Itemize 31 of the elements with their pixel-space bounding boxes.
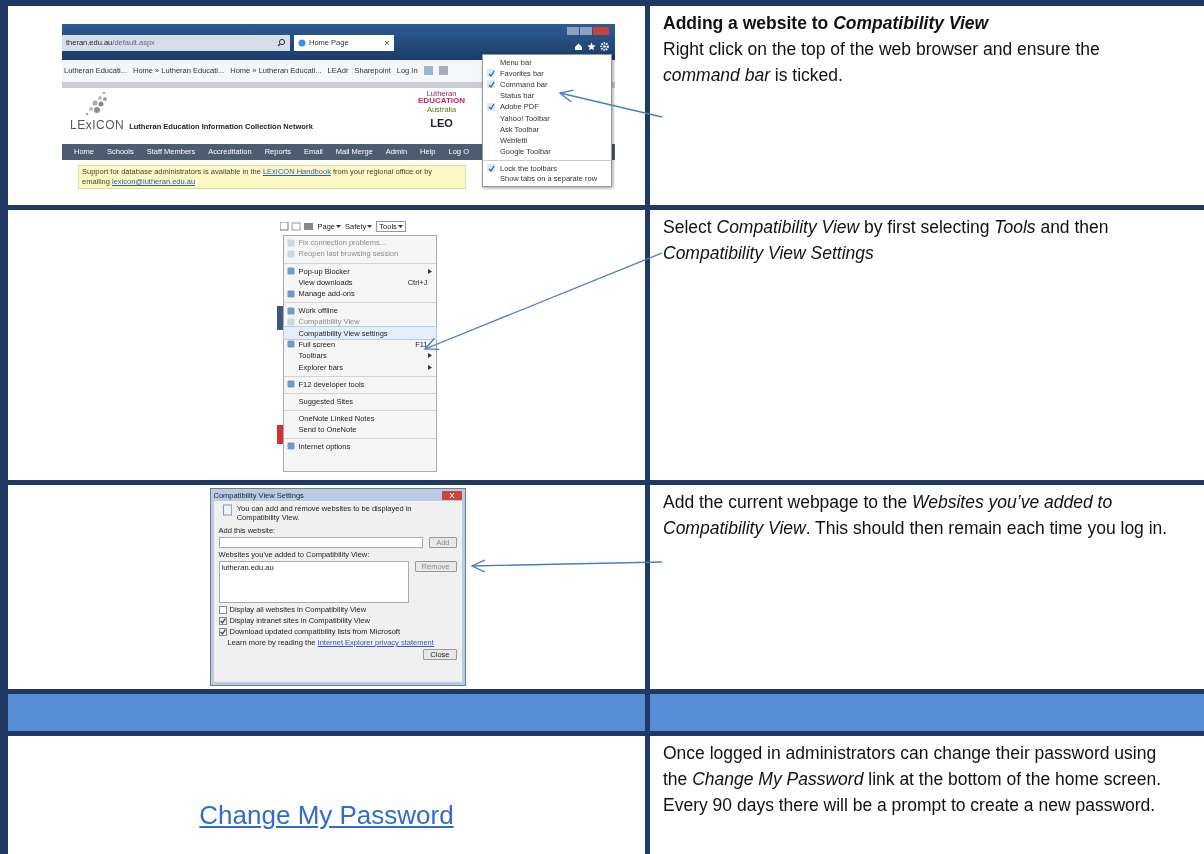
checkbox[interactable] <box>218 605 227 614</box>
toolbar-icons[interactable] <box>279 222 314 231</box>
website-input-field[interactable] <box>218 537 424 548</box>
instruction-text: Once logged in administrators can change their password using the Change My Password link at the bottom of the home screen. Every 90 days there will be a prompt to create a new password. <box>663 742 1163 817</box>
caret-icon <box>367 225 373 228</box>
menu-item-icon <box>287 442 295 451</box>
document-icon <box>222 504 232 516</box>
instruction-text: Right click on the top of the web browser and ensure the command bar is ticked. <box>663 38 1101 87</box>
section-heading: Adding a website to Compatibility View <box>663 12 990 35</box>
home-icon[interactable] <box>574 41 583 51</box>
close-icon[interactable] <box>441 490 462 500</box>
instruction-text: Add the current webpage to the Websites you’ve added to Compatibility View. This should then remain each time you log in. <box>663 491 1169 540</box>
globe-icon <box>298 38 306 47</box>
instruction-text: Select Compatibility View by first selecting Tools and then Compatibility View Settings <box>663 216 1110 265</box>
caret-icon <box>397 225 403 228</box>
checkbox[interactable] <box>218 627 227 636</box>
checkmark-icon <box>487 164 495 172</box>
menu-item-icon <box>287 340 295 349</box>
checkbox[interactable] <box>218 616 227 625</box>
menu-item-icon <box>287 380 295 389</box>
star-icon[interactable] <box>587 41 596 51</box>
close-icon[interactable] <box>384 39 390 46</box>
submenu-arrow-icon <box>427 268 432 274</box>
caret-icon <box>336 225 342 228</box>
search-icon[interactable] <box>277 38 286 47</box>
logo-text: LExICON <box>70 117 125 132</box>
window-controls-icon[interactable] <box>567 26 609 36</box>
partner-logo: LEO <box>430 116 453 129</box>
settings-icon[interactable] <box>600 41 609 51</box>
change-password-link[interactable]: Change My Password <box>199 799 454 831</box>
checkmark-icon <box>487 103 495 111</box>
